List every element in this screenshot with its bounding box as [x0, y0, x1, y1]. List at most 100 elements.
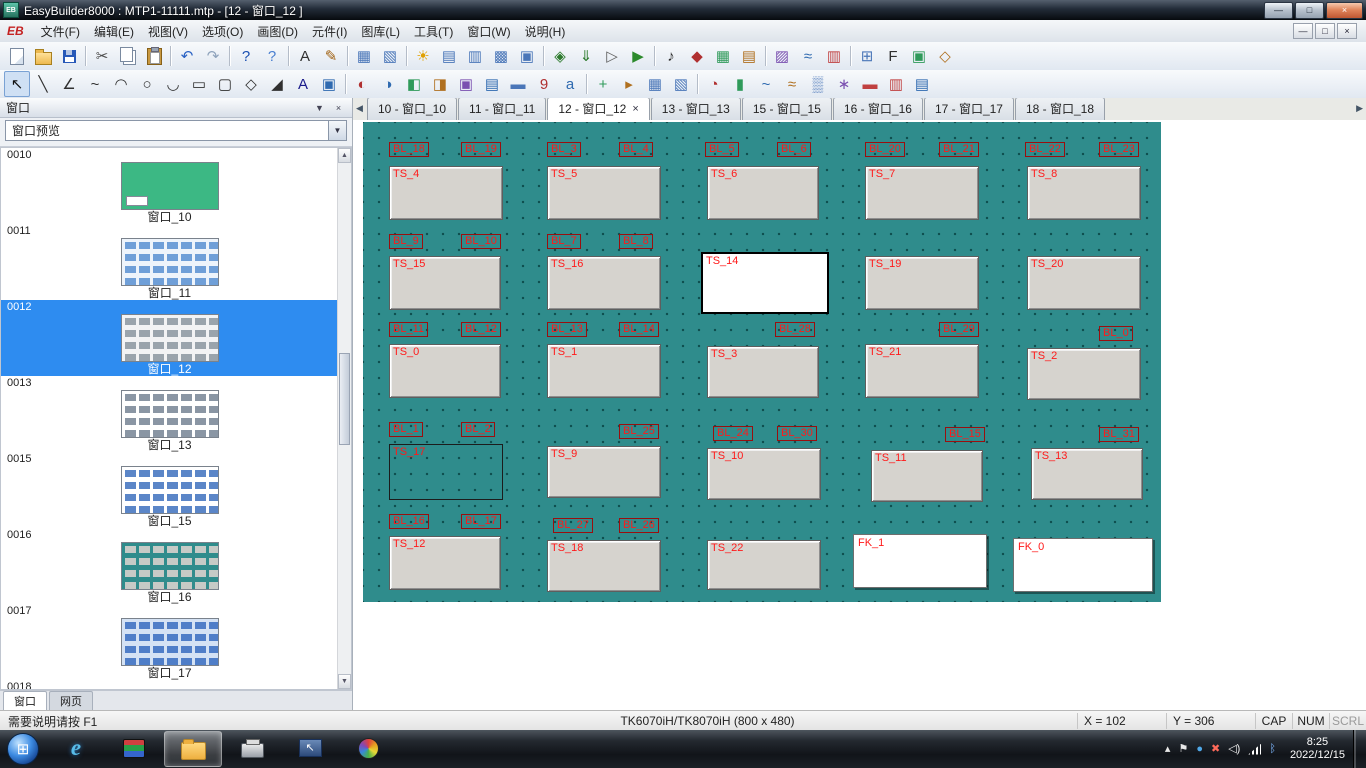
picture-manager-button[interactable]: ▣: [906, 43, 932, 69]
undo-button[interactable]: ↶: [174, 43, 200, 69]
canvas-object-BL_3[interactable]: BL_3: [547, 142, 581, 157]
canvas-object-TS_12[interactable]: TS_12: [389, 536, 501, 590]
editor-tab[interactable]: 13 - 窗口_13: [651, 98, 741, 120]
canvas-object-TS_8[interactable]: TS_8: [1027, 166, 1141, 220]
canvas-object-TS_15[interactable]: TS_15: [389, 256, 501, 310]
canvas-object-TS_18[interactable]: TS_18: [547, 540, 661, 592]
canvas-object-BL_24[interactable]: BL_24: [713, 426, 753, 441]
set-word-button[interactable]: ◨: [427, 71, 453, 97]
whats-this-button[interactable]: ?: [259, 43, 285, 69]
volume-icon[interactable]: ◁): [1228, 744, 1240, 755]
menu-item[interactable]: 选项(O): [195, 21, 250, 42]
canvas-object-FK_1[interactable]: FK_1: [853, 534, 987, 588]
canvas-object-TS_1[interactable]: TS_1: [547, 344, 661, 398]
open-window-button[interactable]: ▥: [462, 43, 488, 69]
menu-item[interactable]: 编辑(E): [87, 21, 141, 42]
canvas-object-TS_10[interactable]: TS_10: [707, 448, 821, 500]
trend-display-button[interactable]: ~: [753, 71, 779, 97]
canvas-object-TS_16[interactable]: TS_16: [547, 256, 661, 310]
canvas-object-TS_20[interactable]: TS_20: [1027, 256, 1141, 310]
restore-button[interactable]: □: [1295, 2, 1324, 19]
canvas-object-BL_0[interactable]: BL_0: [1099, 326, 1133, 341]
editor-tab[interactable]: 18 - 窗口_18: [1015, 98, 1105, 120]
file-explorer-taskbar-button[interactable]: [164, 731, 222, 767]
animation-button[interactable]: ▸: [616, 71, 642, 97]
alarm-bar-button[interactable]: ▬: [857, 71, 883, 97]
canvas-object-BL_9[interactable]: BL_9: [389, 234, 423, 249]
canvas-object-TS_19[interactable]: TS_19: [865, 256, 979, 310]
menu-item[interactable]: 文件(F): [34, 21, 87, 42]
canvas-object-BL_2[interactable]: BL_2: [461, 422, 495, 437]
paint-app-taskbar-button[interactable]: [340, 731, 396, 765]
polyline-button[interactable]: ∠: [56, 71, 82, 97]
window-copy-button[interactable]: ▩: [488, 43, 514, 69]
canvas-object-TS_6[interactable]: TS_6: [707, 166, 819, 220]
window-list-item[interactable]: 0013窗口_13: [1, 376, 338, 452]
canvas-object-BL_11[interactable]: BL_11: [389, 322, 428, 337]
bluetooth-icon[interactable]: ᛒ: [1269, 744, 1276, 755]
rounded-rectangle-button[interactable]: ▢: [212, 71, 238, 97]
canvas-object-BL_23[interactable]: BL_23: [1099, 142, 1139, 157]
panel-collapse-icon[interactable]: ▼: [312, 101, 327, 115]
mdi-minimize-button[interactable]: —: [1293, 23, 1313, 39]
mdi-close-button[interactable]: ×: [1337, 23, 1357, 39]
canvas-object-BL_12[interactable]: BL_12: [461, 322, 501, 337]
scrollbar-thumb[interactable]: [339, 353, 350, 445]
scroll-up-icon[interactable]: ▲: [338, 148, 351, 163]
history-data-button[interactable]: ≈: [779, 71, 805, 97]
window-list-item[interactable]: 0018: [1, 680, 338, 689]
window-list-item[interactable]: 0010窗口_10: [1, 148, 338, 224]
window-list-item[interactable]: 0011窗口_11: [1, 224, 338, 300]
menu-item[interactable]: 元件(I): [305, 21, 354, 42]
scale-button[interactable]: ◢: [264, 71, 290, 97]
show-desktop-button[interactable]: [1353, 730, 1366, 768]
redo-button[interactable]: ↷: [200, 43, 226, 69]
rectangle-button[interactable]: ▭: [186, 71, 212, 97]
online-simulation-button[interactable]: ▶: [625, 43, 651, 69]
canvas-object-TS_3[interactable]: TS_3: [707, 346, 819, 398]
download-button[interactable]: ⇓: [573, 43, 599, 69]
select-pointer-button[interactable]: ↖: [4, 71, 30, 97]
canvas-object-BL_10[interactable]: BL_10: [461, 234, 501, 249]
bar-graph-button[interactable]: ▮: [727, 71, 753, 97]
address-tag-button[interactable]: ▦: [710, 43, 736, 69]
panel-tab-网页[interactable]: 网页: [49, 691, 93, 710]
set-bit-button[interactable]: ◧: [401, 71, 427, 97]
canvas-object-TS_2[interactable]: TS_2: [1027, 348, 1141, 400]
cut-button[interactable]: ✂: [89, 43, 115, 69]
canvas-object-BL_7[interactable]: BL_7: [547, 234, 581, 249]
canvas-object-BL_5[interactable]: BL_5: [705, 142, 739, 157]
canvas-object-TS_0[interactable]: TS_0: [389, 344, 501, 398]
panel-close-icon[interactable]: ×: [331, 101, 346, 115]
event-log-button[interactable]: ▥: [821, 43, 847, 69]
menu-item[interactable]: 视图(V): [141, 21, 195, 42]
word-lamp-button[interactable]: ◑: [375, 71, 401, 97]
snap-to-grid-button[interactable]: ▧: [377, 43, 403, 69]
canvas-object-TS_13[interactable]: TS_13: [1031, 448, 1143, 500]
window-settings-button[interactable]: ▤: [436, 43, 462, 69]
menu-item[interactable]: 说明(H): [518, 21, 573, 42]
save-button[interactable]: [56, 43, 82, 69]
editor-tab[interactable]: 17 - 窗口_17: [924, 98, 1014, 120]
start-button[interactable]: ⊞: [7, 733, 39, 765]
multi-state-switch-button[interactable]: ▤: [479, 71, 505, 97]
canvas-object-BL_29[interactable]: BL_29: [939, 322, 979, 337]
polygon-button[interactable]: ◇: [238, 71, 264, 97]
canvas-object-BL_28[interactable]: BL_28: [775, 322, 815, 337]
offline-simulation-button[interactable]: ▷: [599, 43, 625, 69]
window-list-item[interactable]: 0016窗口_16: [1, 528, 338, 604]
system-parameters-button[interactable]: ⊞: [854, 43, 880, 69]
line-button[interactable]: ╲: [30, 71, 56, 97]
window-list-item[interactable]: 0015窗口_15: [1, 452, 338, 528]
menu-item[interactable]: 图库(L): [354, 21, 407, 42]
scroll-down-icon[interactable]: ▼: [338, 674, 351, 689]
canvas-object-BL_22[interactable]: BL_22: [1025, 142, 1065, 157]
canvas-object-TS_11[interactable]: TS_11: [871, 450, 983, 502]
canvas-object-TS_22[interactable]: TS_22: [707, 540, 821, 590]
help-center-icon[interactable]: ●: [1196, 744, 1203, 755]
canvas-object-BL_4[interactable]: BL_4: [619, 142, 653, 157]
data-block-button[interactable]: ▒: [805, 71, 831, 97]
tab-close-icon[interactable]: ×: [632, 103, 638, 115]
paste-button[interactable]: [141, 43, 167, 69]
text-attributes-button[interactable]: A: [292, 43, 318, 69]
